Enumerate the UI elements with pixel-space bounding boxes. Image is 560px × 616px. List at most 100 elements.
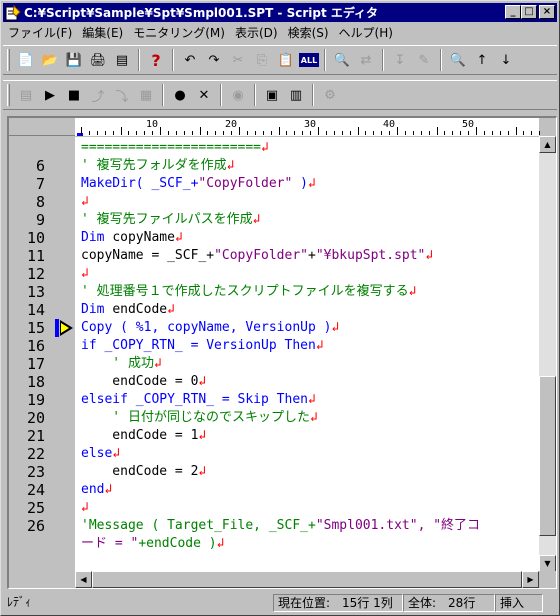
code-line[interactable]: Dim endCode↲ (81, 301, 175, 319)
code-line[interactable]: endCode = 1↲ (81, 427, 206, 445)
code-line[interactable]: else↲ (81, 445, 120, 463)
code-token: "CopyFolder" (198, 176, 293, 191)
step-over-icon[interactable]: ⤵ (111, 84, 133, 106)
ruler-tick (262, 131, 264, 135)
code-line[interactable]: endCode = 2↲ (81, 463, 206, 481)
scroll-right-button[interactable]: ▶ (522, 571, 539, 588)
variables-icon[interactable]: ▣ (261, 84, 283, 106)
redo-icon[interactable]: ↷ (203, 49, 225, 71)
undo-icon[interactable]: ↶ (179, 49, 201, 71)
code-line[interactable]: MakeDir( _SCF_+"CopyFolder" )↲ (81, 175, 316, 193)
code-line[interactable]: =======================↲ (81, 139, 269, 157)
watch-icon[interactable]: ◉ (227, 84, 249, 106)
cut-icon[interactable]: ✂ (227, 49, 249, 71)
script-editor-app-icon[interactable] (5, 4, 21, 21)
code-line[interactable]: endCode = 0↲ (81, 373, 206, 391)
ruler-tick (81, 127, 82, 135)
line-break-mark: ↲ (309, 410, 318, 425)
column-ruler: 10 20 30 40 50 (9, 118, 541, 136)
save-file-icon[interactable]: 💾 (63, 49, 85, 71)
line-number: 20 (26, 409, 45, 427)
breakpoint-set-icon[interactable]: ● (169, 84, 191, 106)
search-icon[interactable]: 🔍 (447, 49, 469, 71)
menu-edit[interactable]: 編集(E) (77, 24, 128, 41)
toolbar-separator (312, 84, 314, 106)
standard-toolbar: 📄 📂 💾 🖨 ▤? ↶ ↷ ✂ ⎘ 📋 ALL 🔍 ⇄ ↧ ✎ 🔍 ↑ ↓ (3, 45, 557, 75)
line-break-mark: ↲ (104, 482, 113, 497)
play-icon[interactable]: ▶ (39, 84, 61, 106)
line-break-mark: ↲ (315, 338, 324, 353)
open-file-icon[interactable]: 📂 (39, 49, 61, 71)
print-icon[interactable]: 🖨 (87, 49, 109, 71)
menu-help[interactable]: ヘルプ(H) (334, 24, 398, 41)
help-icon[interactable]: ? (145, 49, 167, 71)
select-all-icon[interactable]: ALL (299, 53, 319, 67)
line-break-mark: ↲ (216, 536, 225, 551)
code-text-area[interactable]: =======================↲ ' 複写先フォルダを作成↲ Mak… (75, 137, 539, 571)
title-bar[interactable]: C:¥Script¥Sample¥Spt¥Smpl001.SPT - Scrip… (3, 3, 557, 22)
code-line[interactable]: ード = "+endCode )↲ (81, 535, 224, 553)
vertical-scroll-thumb[interactable] (539, 376, 556, 536)
code-token: _COPY_RTN_ = (104, 338, 207, 353)
code-line[interactable]: copyName = _SCF_+"CopyFolder"+"¥bkupSpt.… (81, 247, 433, 265)
jump-icon[interactable]: ↧ (389, 49, 411, 71)
close-button[interactable]: × (539, 5, 555, 19)
code-line[interactable]: ↲ (81, 265, 89, 283)
stop-icon[interactable]: ■ (63, 84, 85, 106)
script-run-icon[interactable]: ▤ (15, 84, 37, 106)
vertical-scrollbar[interactable]: ▲ ▼ (539, 136, 556, 572)
code-line[interactable]: ' 日付が同じなのでスキップした↲ (81, 409, 318, 427)
code-token: ード = " (81, 536, 139, 551)
toolbar-grip[interactable] (7, 49, 10, 71)
horizontal-scroll-thumb[interactable] (92, 571, 522, 588)
breakpoint-clear-icon[interactable]: ✕ (193, 84, 215, 106)
edit-icon[interactable]: ✎ (413, 49, 435, 71)
paste-icon[interactable]: 📋 (275, 49, 297, 71)
minimize-button[interactable]: _ (505, 5, 521, 19)
menu-file[interactable]: ファイル(F) (3, 24, 77, 41)
code-line[interactable]: ' 処理番号１で作成したスクリプトファイルを複写する↲ (81, 283, 416, 301)
code-line[interactable]: Copy ( %1, copyName, VersionUp )↲ (81, 319, 339, 337)
toolbar-grip[interactable] (7, 84, 10, 106)
menu-view[interactable]: 表示(D) (230, 24, 283, 41)
log-icon[interactable]: ▥ (285, 84, 307, 106)
scroll-up-button[interactable]: ▲ (539, 136, 556, 153)
find-prev-icon[interactable]: ↓ (495, 49, 517, 71)
code-line[interactable]: ↲ (81, 499, 89, 517)
horizontal-scrollbar[interactable]: ◀ ▶ (75, 571, 539, 588)
menu-search[interactable]: 検索(S) (283, 24, 334, 41)
code-token: MakeDir( _SCF_+ (81, 176, 199, 191)
code-line[interactable]: if _COPY_RTN_ = VersionUp Then↲ (81, 337, 324, 355)
step-icon[interactable]: ⤴ (87, 84, 109, 106)
replace-icon[interactable]: ⇄ (355, 49, 377, 71)
line-number: 14 (26, 301, 45, 319)
code-line[interactable]: end↲ (81, 481, 112, 499)
code-line[interactable]: elseif _COPY_RTN_ = Skip Then↲ (81, 391, 316, 409)
ruler-tick (152, 131, 154, 135)
find-next-icon[interactable]: ↑ (471, 49, 493, 71)
properties-icon[interactable]: ▤ (111, 49, 133, 71)
code-line[interactable]: ' 複写先ファイルパスを作成↲ (81, 211, 260, 229)
line-number-gutter[interactable]: 6 7 8 9 10 11 12 13 14 15 16 17 18 19 20 21 22 23 24 25 26 (9, 137, 75, 571)
copy-icon[interactable]: ⎘ (251, 49, 273, 71)
new-file-icon[interactable]: 📄 (15, 49, 37, 71)
find-icon[interactable]: 🔍 (331, 49, 353, 71)
scroll-left-button[interactable]: ◀ (75, 571, 92, 588)
line-number: 8 (35, 193, 45, 211)
maximize-button[interactable]: □ (521, 5, 537, 19)
code-line[interactable]: ' 成功↲ (81, 355, 162, 373)
line-number: 11 (26, 247, 45, 265)
code-line[interactable]: ↲ (81, 193, 89, 211)
code-line[interactable]: Dim copyName↲ (81, 229, 183, 247)
line-break-mark: ↲ (331, 320, 340, 335)
ruler-tick (515, 127, 517, 135)
code-token: copyName = _SCF_+ (81, 248, 215, 263)
settings-icon[interactable]: ⚙ (319, 84, 341, 106)
menu-monitoring[interactable]: モニタリング(M) (128, 24, 230, 41)
monitor-icon[interactable]: ▦ (135, 84, 157, 106)
code-line[interactable]: ' 複写先フォルダを作成↲ (81, 157, 234, 175)
scroll-down-button[interactable]: ▼ (539, 555, 556, 572)
code-line[interactable]: 'Message ( Target_File, _SCF_+"Smpl001.t… (81, 517, 480, 535)
status-total-lines: 全体: 28行 (403, 594, 495, 612)
ruler-tick (223, 131, 225, 135)
